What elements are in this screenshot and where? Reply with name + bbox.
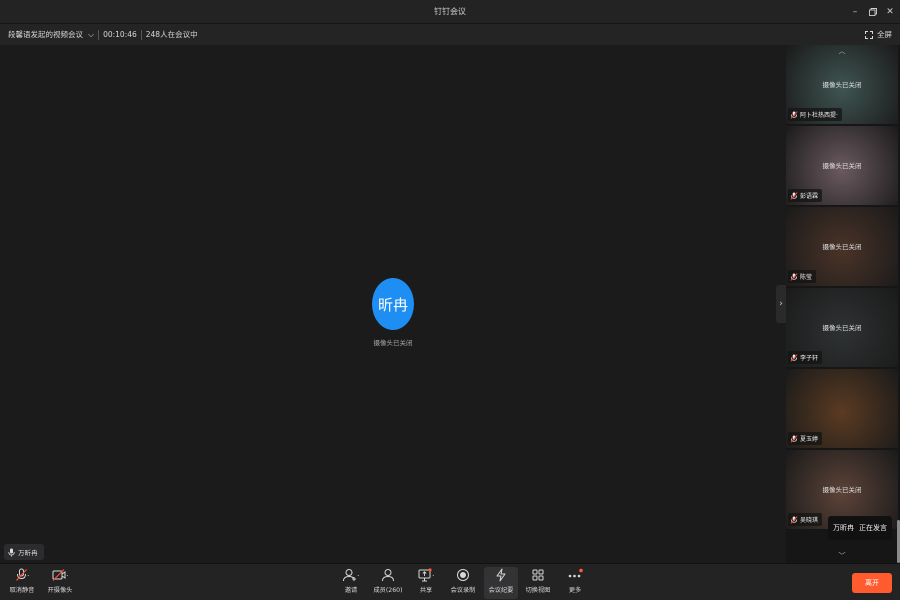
meeting-toolbar: 取消静音 开摄像头 邀请 成员(260) 共享 会议录制 会议纪要 切换视图 更… — [0, 563, 900, 600]
grid-view-icon — [532, 569, 544, 581]
participant-tile[interactable]: 摄像头已关闭陈莹 — [786, 207, 898, 286]
participant-name: 阿卜杜热西提· — [800, 112, 838, 119]
participant-name-tag: 陈莹 — [788, 270, 817, 283]
chevron-up-icon: ︿ — [838, 47, 846, 55]
switch-view-button[interactable]: 切换视图 — [522, 567, 554, 599]
more-label: 更多 — [568, 587, 582, 594]
window-title: 钉钉会议 — [434, 7, 466, 16]
speaker-name: 万昕冉 — [18, 549, 38, 557]
record-label: 会议录制 — [450, 587, 476, 594]
chevron-right-icon: › — [779, 299, 783, 309]
camera-on-label: 开摄像头 — [47, 587, 73, 594]
restore-button[interactable] — [864, 0, 882, 24]
invite-label: 邀请 — [344, 587, 358, 594]
divider — [98, 29, 100, 40]
microphone-muted-icon — [790, 110, 798, 119]
microphone-muted-icon — [16, 568, 29, 581]
close-button[interactable]: ✕ — [881, 0, 899, 24]
divider — [140, 29, 142, 40]
collapse-sidebar-button[interactable]: › — [776, 285, 786, 323]
participant-camera-status: 摄像头已关闭 — [822, 243, 862, 251]
unmute-button[interactable]: 取消静音 — [5, 567, 39, 599]
camera-off-icon — [52, 569, 68, 581]
participant-tile[interactable]: 摄像头已关闭彭语霖 — [786, 126, 898, 205]
participant-name-tag: 彭语霖 — [788, 189, 823, 202]
participant-name: 陈莹 — [800, 274, 813, 281]
invite-button[interactable]: 邀请 — [338, 567, 364, 599]
fullscreen-button[interactable]: 全屏 — [865, 24, 892, 45]
participant-tile[interactable]: 夏玉婷 — [786, 369, 898, 448]
restore-icon — [869, 8, 877, 16]
leave-button[interactable]: 离开 — [852, 573, 892, 593]
meeting-info-bar: 段馨语发起的视频会议 ⌵ 00:10:46 248人在会议中 全屏 — [0, 24, 900, 45]
screen-share-icon — [418, 568, 434, 582]
camera-off-status: 摄像头已关闭 — [373, 339, 413, 347]
more-icon — [568, 568, 583, 578]
scroll-down-button[interactable]: ﹀ — [786, 550, 898, 562]
participant-name-tag: 李子轩 — [788, 351, 823, 364]
minutes-label: 会议纪要 — [488, 587, 514, 594]
minimize-button[interactable]: – — [846, 0, 864, 24]
members-button[interactable]: 成员(260) — [371, 567, 405, 599]
microphone-muted-icon — [790, 515, 798, 524]
add-person-icon — [343, 569, 359, 582]
camera-on-button[interactable]: 开摄像头 — [43, 567, 77, 599]
title-bar: 钉钉会议 – ✕ — [0, 0, 900, 24]
minimize-icon: – — [852, 7, 858, 17]
chevron-down-icon[interactable]: ⌵ — [88, 30, 94, 40]
main-video-stage: 昕冉 摄像头已关闭 万昕冉 — [0, 45, 786, 563]
unmute-label: 取消静音 — [9, 587, 35, 594]
speaking-label: 正在发言 — [859, 524, 887, 532]
participant-name-tag: 阿卜杜热西提· — [788, 108, 842, 121]
close-icon: ✕ — [886, 7, 894, 17]
participant-camera-status: 摄像头已关闭 — [822, 81, 862, 89]
participant-name: 夏玉婷 — [800, 436, 819, 443]
meeting-title: 段馨语发起的视频会议 — [8, 30, 83, 39]
members-label: 成员(260) — [373, 587, 403, 594]
speaker-name-tag: 万昕冉 — [4, 544, 44, 560]
speaking-name: 万昕冉 — [833, 524, 854, 532]
speaker-avatar: 昕冉 — [372, 278, 414, 330]
fullscreen-icon — [865, 30, 873, 39]
record-icon — [457, 569, 469, 581]
microphone-muted-icon — [790, 272, 798, 281]
participant-name-tag: 夏玉婷 — [788, 432, 823, 445]
participant-camera-status: 摄像头已关闭 — [822, 486, 862, 494]
participant-tile[interactable]: 摄像头已关闭李子轩 — [786, 288, 898, 367]
share-button[interactable]: 共享 — [414, 567, 438, 599]
attendee-count: 248人在会议中 — [145, 30, 198, 39]
members-icon — [382, 569, 394, 582]
participant-camera-status: 摄像头已关闭 — [822, 162, 862, 170]
minutes-icon — [496, 568, 506, 582]
participant-name: 彭语霖 — [800, 193, 819, 200]
fullscreen-label: 全屏 — [877, 30, 892, 39]
elapsed-time: 00:10:46 — [103, 30, 137, 39]
share-label: 共享 — [419, 587, 433, 594]
participant-name: 吴晓琪 — [800, 517, 819, 524]
record-button[interactable]: 会议录制 — [447, 567, 479, 599]
switch-view-label: 切换视图 — [525, 587, 551, 594]
microphone-muted-icon — [790, 353, 798, 362]
participant-sidebar[interactable]: ︿ 摄像头已关闭 阿卜杜热西提· 摄像头已关闭 彭语霖 摄像头已关闭 陈莹 摄像头已关闭 李子… — [786, 45, 900, 563]
participant-name-tag: 吴晓琪 — [788, 513, 823, 526]
scroll-up-button[interactable]: ︿ — [786, 45, 898, 57]
microphone-muted-icon — [790, 191, 798, 200]
more-button[interactable]: 更多 — [565, 567, 585, 599]
microphone-icon — [8, 548, 15, 557]
participant-camera-status: 摄像头已关闭 — [822, 324, 862, 332]
microphone-muted-icon — [790, 434, 798, 443]
chevron-down-icon: ﹀ — [838, 552, 846, 560]
speaking-indicator: 万昕冉 正在发言 — [828, 516, 892, 540]
minutes-button[interactable]: 会议纪要 — [484, 567, 518, 599]
participant-name: 李子轩 — [800, 355, 819, 362]
